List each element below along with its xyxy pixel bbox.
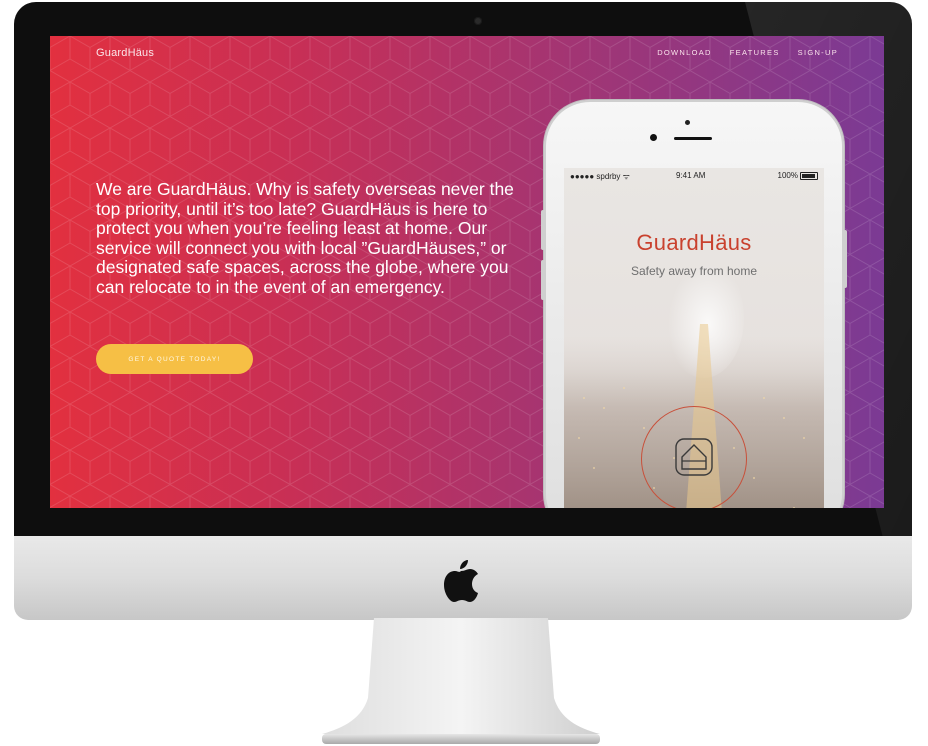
get-quote-button[interactable]: GET A QUOTE TODAY! xyxy=(96,344,253,374)
nav-features[interactable]: FEATURES xyxy=(730,48,780,57)
phone-status-bar: ●●●●● spdrby ᯤ 9:41 AM 100% xyxy=(564,168,824,182)
app-title: GuardHäus xyxy=(636,230,752,255)
phone-screen: ●●●●● spdrby ᯤ 9:41 AM 100% GuardHäus Sa… xyxy=(564,168,824,508)
imac-stand xyxy=(322,618,600,744)
battery-icon xyxy=(800,172,818,180)
website-screen: GuardHäus DOWNLOAD FEATURES SIGN-UP We a… xyxy=(50,36,884,508)
brand-logo[interactable]: GuardHäus xyxy=(96,47,154,59)
top-nav: DOWNLOAD FEATURES SIGN-UP xyxy=(657,48,838,57)
apple-logo-icon xyxy=(444,560,478,602)
webcam xyxy=(474,17,482,25)
phone-mockup: ●●●●● spdrby ᯤ 9:41 AM 100% GuardHäus Sa… xyxy=(541,100,847,508)
phone-speaker xyxy=(674,137,712,140)
status-battery-percent: 100% xyxy=(777,171,798,180)
app-tagline: Safety away from home xyxy=(630,264,758,278)
status-time: 9:41 AM xyxy=(676,171,706,180)
phone-sensor xyxy=(650,134,657,141)
nav-download[interactable]: DOWNLOAD xyxy=(657,48,712,57)
status-carrier: ●●●●● spdrby ᯤ xyxy=(570,172,630,181)
nav-sign-up[interactable]: SIGN-UP xyxy=(798,48,838,57)
phone-camera xyxy=(685,120,690,125)
home-icon xyxy=(675,438,713,476)
phone-side-button xyxy=(541,260,545,300)
phone-side-button xyxy=(843,230,847,288)
phone-side-button xyxy=(541,210,545,250)
imac-bezel: GuardHäus DOWNLOAD FEATURES SIGN-UP We a… xyxy=(14,2,912,540)
intro-text: We are GuardHäus. Why is safety overseas… xyxy=(96,179,514,297)
